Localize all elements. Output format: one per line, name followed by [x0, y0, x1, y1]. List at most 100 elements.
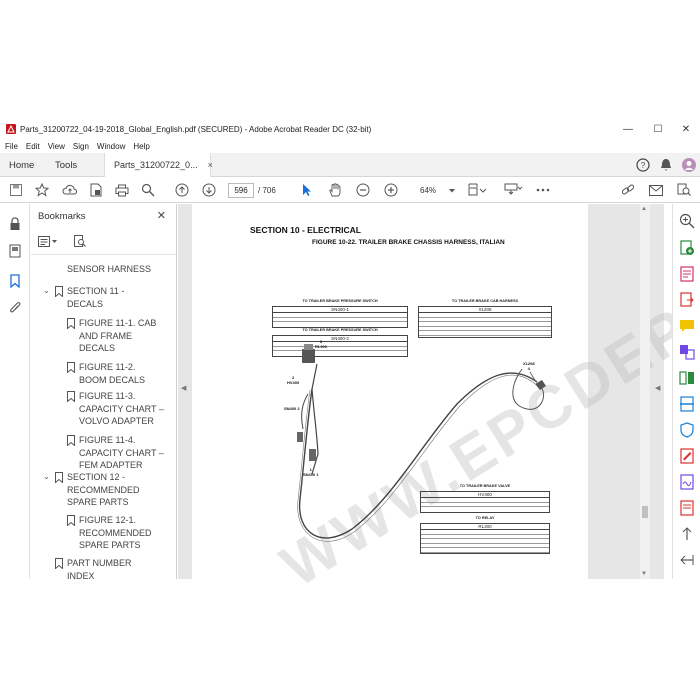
scroll-up-icon[interactable]: ▲: [641, 206, 647, 212]
notification-bell-icon[interactable]: [660, 158, 672, 172]
create-pdf-icon[interactable]: [679, 240, 695, 256]
hand-tool-button[interactable]: [327, 177, 343, 203]
bookmark-item[interactable]: FIGURE 12-1. RECOMMENDED SPARE PARTS: [67, 514, 169, 552]
zoom-out-button[interactable]: [355, 177, 371, 203]
bookmark-item[interactable]: FIGURE 11-3. CAPACITY CHART – VOLVO ADAP…: [67, 390, 169, 428]
zoom-in-button[interactable]: [383, 177, 399, 203]
menu-help[interactable]: Help: [133, 142, 149, 151]
bookmark-item[interactable]: PART NUMBER INDEX: [43, 557, 169, 579]
link-icon: [621, 184, 635, 195]
document-scroll-thumb[interactable]: [642, 506, 648, 518]
main-toolbar: 596 / 706 64%: [0, 177, 700, 203]
share-icon[interactable]: [679, 500, 695, 516]
bookmark-item[interactable]: FIGURE 11-4. CAPACITY CHART – FEM ADAPTE…: [67, 434, 169, 472]
organize-pages-icon[interactable]: [679, 370, 695, 386]
minimize-button[interactable]: —: [614, 119, 642, 139]
page-number-input[interactable]: 596: [228, 183, 254, 198]
menu-view[interactable]: View: [48, 142, 65, 151]
send-for-signature-icon[interactable]: [679, 474, 695, 490]
search-icon: [141, 183, 155, 197]
tab-document[interactable]: Parts_31200722_0... ×: [104, 153, 213, 177]
upload-button[interactable]: [61, 177, 79, 203]
menu-window[interactable]: Window: [97, 142, 125, 151]
scroll-down-icon[interactable]: ▼: [641, 571, 647, 577]
tab-home[interactable]: Home: [0, 153, 43, 177]
print-button[interactable]: [114, 177, 130, 203]
connector-label-sn400-1: 1 SN400 1: [303, 467, 319, 477]
document-viewport[interactable]: ◀ ◀ WWW.EPCDEPOT.COM SECTION 10 - ELECTR…: [178, 157, 700, 600]
menu-sign[interactable]: Sign: [73, 142, 89, 151]
email-button[interactable]: [648, 177, 664, 203]
previous-page-button[interactable]: [174, 177, 190, 203]
bookmarks-close-button[interactable]: ✕: [157, 209, 166, 222]
document-scrollbar[interactable]: ▲ ▼: [640, 204, 650, 579]
attachments-icon[interactable]: [7, 300, 23, 316]
menu-file[interactable]: File: [5, 142, 18, 151]
collapse-tools-icon[interactable]: [679, 552, 695, 568]
bookmark-star-button[interactable]: [34, 177, 50, 203]
bookmark-label: SECTION 11 - DECALS: [67, 286, 125, 309]
collapse-left-pane-icon[interactable]: ◀: [181, 384, 186, 392]
scan-ocr-icon[interactable]: [679, 396, 695, 412]
print-icon: [115, 184, 129, 196]
svg-text:?: ?: [641, 161, 646, 170]
search-tools-button[interactable]: [676, 177, 692, 203]
bookmark-item[interactable]: SENSOR HARNESS: [67, 263, 169, 276]
edit-pdf-icon[interactable]: [679, 266, 695, 282]
help-icon[interactable]: ?: [636, 158, 650, 172]
bookmarks-panel: Bookmarks ✕ SENSOR HARNESS ⌄ SECTION 11 - …: [31, 204, 177, 579]
find-bookmark-icon[interactable]: [74, 235, 86, 248]
chevron-down-icon[interactable]: ⌄: [43, 286, 55, 295]
select-tool-button[interactable]: [299, 177, 315, 203]
acrobat-window: Parts_31200722_04-19-2018_Global_English…: [0, 119, 700, 600]
zoom-level-select[interactable]: 64%: [408, 183, 458, 198]
tab-tools[interactable]: Tools: [46, 153, 86, 177]
page-thumbnails-icon[interactable]: [7, 243, 23, 259]
find-text-button[interactable]: [140, 177, 156, 203]
bookmark-item[interactable]: ⌄ SECTION 11 - DECALS: [43, 285, 169, 310]
bookmark-item[interactable]: FIGURE 11-1. CAB AND FRAME DECALS: [67, 317, 169, 355]
hand-icon: [329, 183, 341, 197]
user-avatar[interactable]: [682, 158, 696, 172]
bookmarks-panel-icon[interactable]: [7, 273, 23, 289]
tab-close-icon[interactable]: ×: [208, 160, 213, 170]
connector-label-rl300: 3 RL300: [315, 339, 328, 349]
cloud-upload-icon: [62, 184, 78, 195]
chevron-down-icon[interactable]: ⌄: [43, 472, 55, 481]
page-fit-icon: [468, 183, 487, 196]
fill-sign-icon[interactable]: [679, 448, 695, 464]
connector-label-hv400: 2 HV400: [287, 375, 300, 385]
zoom-in-icon: [384, 183, 398, 197]
next-page-button[interactable]: [201, 177, 217, 203]
bookmark-icon: [67, 318, 79, 331]
arrow-down-circle-icon: [202, 183, 216, 197]
bookmark-label: FIGURE 11-1. CAB AND FRAME DECALS: [79, 318, 157, 353]
zoom-tool-icon[interactable]: [679, 213, 695, 229]
link-button[interactable]: [620, 177, 636, 203]
harness-diagram: [297, 344, 546, 542]
protect-icon[interactable]: [679, 422, 695, 438]
page-display-button[interactable]: [466, 177, 488, 203]
more-tools-expand-icon[interactable]: [679, 526, 695, 542]
file-button[interactable]: [88, 177, 104, 203]
bookmark-icon: [55, 286, 67, 299]
page-total: / 706: [258, 186, 276, 195]
keyboard-button[interactable]: [503, 177, 525, 203]
maximize-button[interactable]: ☐: [644, 119, 672, 139]
bookmark-item[interactable]: FIGURE 11-2. BOOM DECALS: [67, 361, 169, 386]
menu-bar: File Edit View Sign Window Help: [0, 139, 700, 153]
more-tools-button[interactable]: [534, 177, 552, 203]
export-pdf-icon[interactable]: [679, 292, 695, 308]
close-window-button[interactable]: ✕: [672, 119, 700, 139]
bookmark-label: FIGURE 11-3. CAPACITY CHART – VOLVO ADAP…: [79, 391, 164, 426]
bookmark-options-icon[interactable]: [38, 235, 58, 248]
connector-label-sn400-2: SN400 2: [284, 406, 300, 411]
save-button[interactable]: [8, 177, 24, 203]
bookmark-item[interactable]: ⌄ SECTION 12 - RECOMMENDED SPARE PARTS: [43, 471, 169, 509]
minimize-icon: —: [623, 123, 633, 135]
lock-icon[interactable]: [7, 216, 23, 232]
combine-files-icon[interactable]: [679, 344, 695, 360]
comment-icon[interactable]: [679, 318, 695, 334]
expand-right-pane-icon[interactable]: ◀: [655, 384, 660, 392]
menu-edit[interactable]: Edit: [26, 142, 40, 151]
